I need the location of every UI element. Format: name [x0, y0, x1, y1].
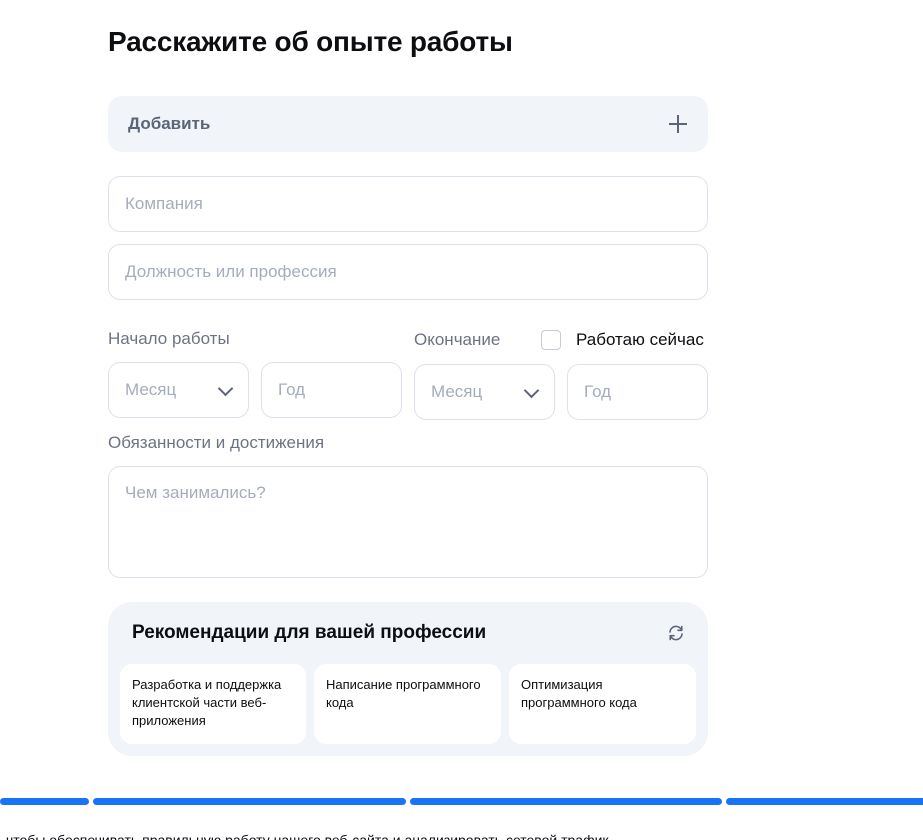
progress-segment: [410, 798, 722, 805]
end-month-select[interactable]: Месяц: [414, 364, 555, 420]
start-month-placeholder: Месяц: [125, 380, 177, 399]
recommendations-title: Рекомендации для вашей профессии: [132, 622, 487, 643]
end-year-field[interactable]: [567, 364, 708, 420]
working-now-label[interactable]: Работаю сейчас: [576, 330, 704, 350]
add-experience-label: Добавить: [128, 114, 211, 133]
progress-segment: [93, 798, 406, 805]
progress-segment: [0, 798, 89, 805]
progress-segment: [726, 798, 923, 805]
end-month-placeholder: Месяц: [431, 382, 483, 401]
company-field[interactable]: [108, 176, 708, 232]
recommendations-panel: Рекомендации для вашей профессии Разрабо…: [108, 602, 708, 756]
duties-field[interactable]: [108, 466, 708, 578]
chevron-down-icon: [524, 385, 538, 399]
end-date-label: Окончание: [414, 330, 501, 349]
end-year-input[interactable]: [568, 365, 707, 419]
recommendation-chip[interactable]: Оптимизация программного кода: [509, 664, 696, 744]
chevron-down-icon: [218, 383, 232, 397]
working-now-checkbox[interactable]: [541, 330, 561, 350]
start-year-input[interactable]: [262, 363, 401, 417]
start-date-label: Начало работы: [108, 329, 230, 348]
position-field[interactable]: [108, 244, 708, 300]
recommendation-chip[interactable]: Написание программного кода: [314, 664, 501, 744]
page-title: Расскажите об опыте работы: [108, 26, 513, 57]
plus-icon: [668, 114, 688, 134]
company-input[interactable]: [109, 177, 707, 231]
cookie-notice-text: чтобы обеспечивать правильную работу наш…: [6, 832, 609, 840]
duties-textarea[interactable]: [109, 467, 707, 577]
recommendation-chip[interactable]: Разработка и поддержка клиентской части …: [120, 664, 306, 744]
add-experience-button[interactable]: Добавить: [108, 96, 708, 152]
refresh-icon[interactable]: [667, 624, 685, 642]
duties-label: Обязанности и достижения: [108, 433, 325, 452]
start-year-field[interactable]: [261, 362, 402, 418]
position-input[interactable]: [109, 245, 707, 299]
start-month-select[interactable]: Месяц: [108, 362, 249, 418]
